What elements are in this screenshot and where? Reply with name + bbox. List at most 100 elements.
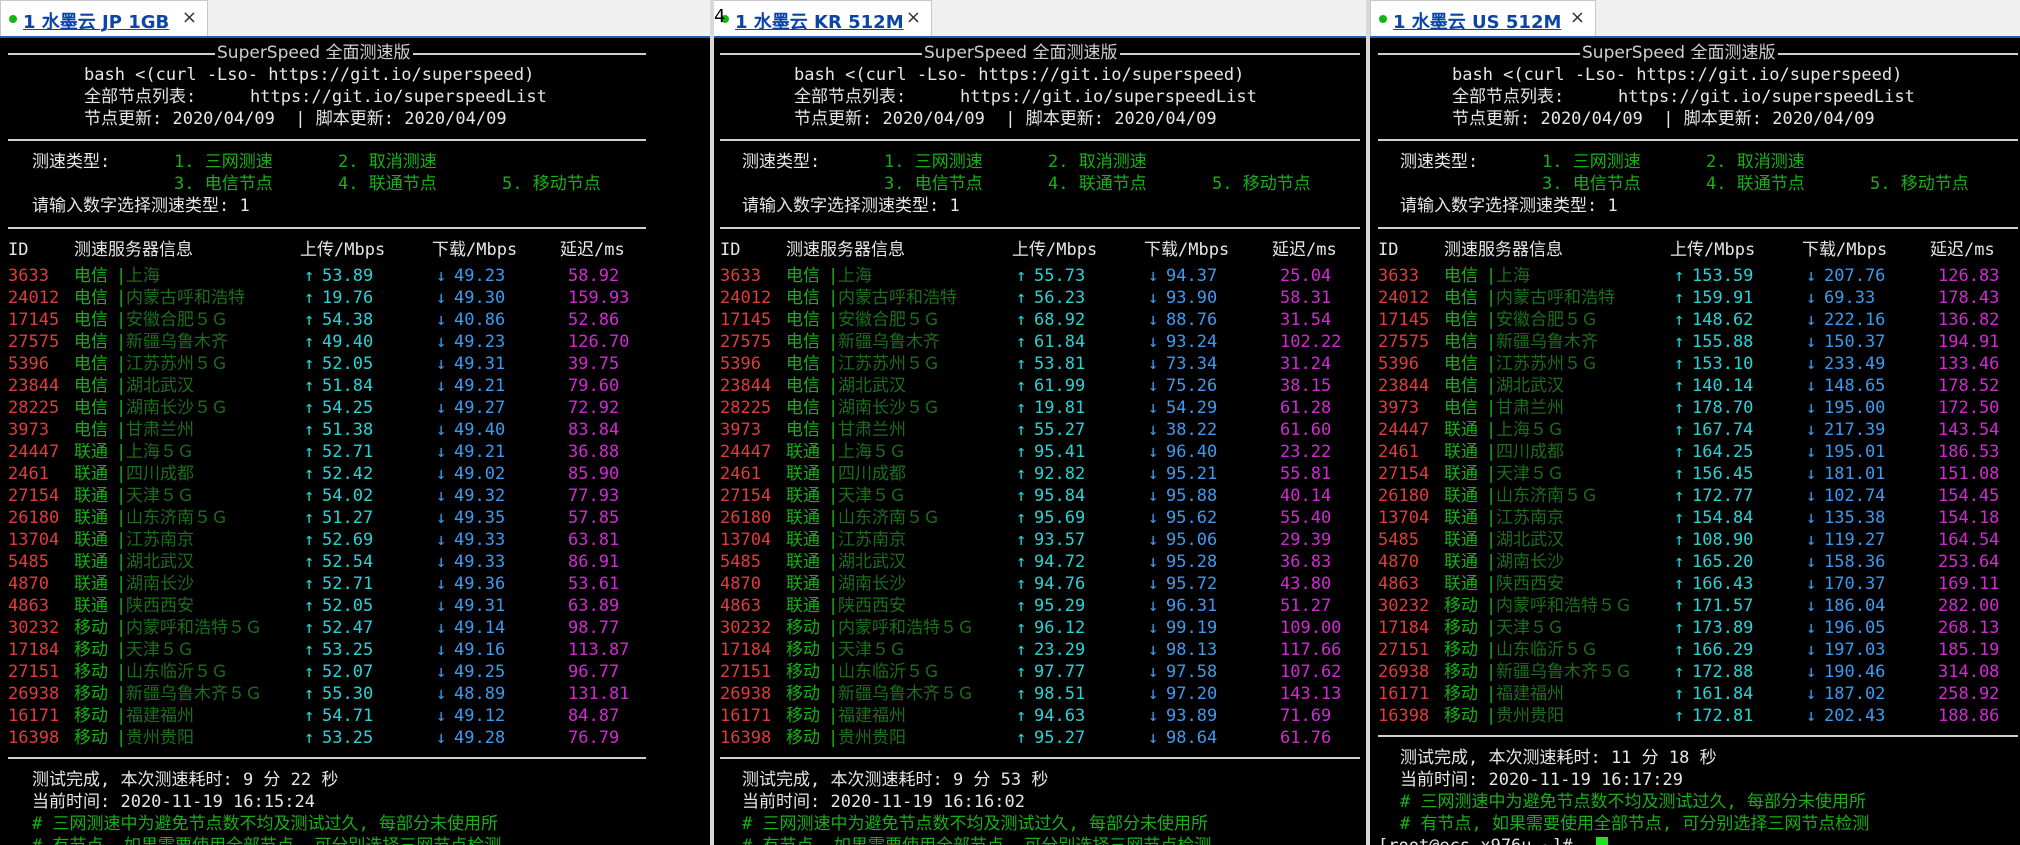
close-icon[interactable]: ×	[906, 7, 921, 28]
menu-option-2: 2. 取消测速	[338, 152, 437, 172]
row-id: 2461	[8, 464, 49, 484]
row-latency: 85.90	[568, 464, 620, 484]
shell-prompt[interactable]: [root@ecs-x976u ~]#	[1378, 835, 1583, 845]
row-separator: |	[1486, 706, 1497, 726]
row-id: 16171	[8, 706, 60, 726]
row-separator: |	[1486, 420, 1497, 440]
row-isp: 电信	[1444, 288, 1478, 308]
row-id: 24012	[720, 288, 772, 308]
upload-arrow-icon: ↑	[304, 288, 315, 308]
row-upload: 49.40	[322, 332, 374, 352]
row-isp: 电信	[786, 420, 820, 440]
row-isp: 移动	[786, 706, 820, 726]
upload-arrow-icon: ↑	[1674, 530, 1685, 550]
close-icon[interactable]: ×	[1570, 7, 1585, 28]
row-isp: 电信	[786, 266, 820, 286]
row-separator: |	[1486, 332, 1497, 352]
tab-bar: 1 水墨云 JP 1GB ×	[0, 0, 710, 38]
row-separator: |	[828, 728, 839, 748]
download-arrow-icon: ↓	[1806, 376, 1817, 396]
row-separator: |	[828, 288, 839, 308]
row-download: 49.25	[454, 662, 506, 682]
row-latency: 29.39	[1280, 530, 1332, 550]
note-line-1: # 三网测速中为避免节点数不均及测试过久, 每部分未使用所	[742, 814, 1208, 834]
row-id: 26180	[8, 508, 60, 528]
col-upload-header: 上传/Mbps	[1012, 240, 1098, 260]
download-arrow-icon: ↓	[436, 684, 447, 704]
upload-arrow-icon: ↑	[1016, 420, 1027, 440]
row-isp: 电信	[786, 376, 820, 396]
pane-divider[interactable]	[710, 0, 714, 845]
download-arrow-icon: ↓	[1148, 640, 1159, 660]
row-location: 上海	[126, 266, 160, 286]
menu-option-3: 3. 电信节点	[884, 174, 983, 194]
pane-divider[interactable]	[1366, 0, 1370, 845]
row-location: 内蒙呼和浩特５Ｇ	[838, 618, 974, 638]
download-arrow-icon: ↓	[1148, 706, 1159, 726]
row-isp: 电信	[1444, 376, 1478, 396]
upload-arrow-icon: ↑	[1016, 354, 1027, 374]
row-location: 内蒙古呼和浩特	[838, 288, 957, 308]
session-tab[interactable]: 1 水墨云 KR 512M ×	[712, 0, 932, 36]
row-location: 江苏苏州５Ｇ	[126, 354, 228, 374]
row-isp: 联通	[74, 596, 108, 616]
row-separator: |	[116, 552, 127, 572]
upload-arrow-icon: ↑	[304, 376, 315, 396]
row-isp: 电信	[74, 310, 108, 330]
row-download: 186.04	[1824, 596, 1886, 616]
download-arrow-icon: ↓	[1806, 596, 1817, 616]
row-location: 湖北武汉	[838, 552, 906, 572]
row-download: 158.36	[1824, 552, 1886, 572]
row-separator: |	[1486, 618, 1497, 638]
download-arrow-icon: ↓	[1148, 464, 1159, 484]
row-location: 甘肃兰州	[838, 420, 906, 440]
row-isp: 移动	[74, 728, 108, 748]
row-id: 13704	[1378, 508, 1430, 528]
upload-arrow-icon: ↑	[304, 640, 315, 660]
row-separator: |	[116, 530, 127, 550]
row-isp: 联通	[74, 530, 108, 550]
row-upload: 52.07	[322, 662, 374, 682]
row-download: 222.16	[1824, 310, 1886, 330]
row-separator: |	[828, 332, 839, 352]
download-arrow-icon: ↓	[436, 464, 447, 484]
close-icon[interactable]: ×	[182, 7, 197, 28]
upload-arrow-icon: ↑	[1016, 398, 1027, 418]
row-upload: 171.57	[1692, 596, 1754, 616]
row-separator: |	[1486, 640, 1497, 660]
terminal-output[interactable]: SuperSpeed 全面测速版 bash <(curl -Lso- https:…	[1370, 38, 2020, 845]
node-list-label: 全部节点列表:	[794, 87, 907, 107]
row-download: 96.40	[1166, 442, 1218, 462]
row-download: 49.36	[454, 574, 506, 594]
menu-prompt: 请输入数字选择测速类型: 1	[742, 196, 960, 216]
download-arrow-icon: ↓	[436, 508, 447, 528]
upload-arrow-icon: ↑	[304, 420, 315, 440]
row-separator: |	[1486, 530, 1497, 550]
row-isp: 移动	[1444, 640, 1478, 660]
row-id: 17184	[8, 640, 60, 660]
row-isp: 联通	[1444, 442, 1478, 462]
row-separator: |	[116, 464, 127, 484]
row-isp: 电信	[1444, 310, 1478, 330]
session-tab[interactable]: 1 水墨云 US 512M ×	[1370, 0, 1596, 36]
row-location: 湖南长沙	[1496, 552, 1564, 572]
row-isp: 联通	[786, 508, 820, 528]
download-arrow-icon: ↓	[436, 706, 447, 726]
row-latency: 169.11	[1938, 574, 2000, 594]
terminal-output[interactable]: SuperSpeed 全面测速版 bash <(curl -Lso- https:…	[0, 38, 710, 845]
upload-arrow-icon: ↑	[1016, 508, 1027, 528]
row-location: 陕西西安	[1496, 574, 1564, 594]
row-latency: 40.14	[1280, 486, 1332, 506]
session-tab[interactable]: 1 水墨云 JP 1GB ×	[0, 0, 208, 36]
row-download: 49.31	[454, 354, 506, 374]
row-id: 26938	[720, 684, 772, 704]
row-latency: 86.91	[568, 552, 620, 572]
menu-option-1: 1. 三网测速	[884, 152, 983, 172]
menu-type-label: 测速类型:	[32, 152, 111, 172]
col-latency-header: 延迟/ms	[560, 240, 625, 260]
terminal-output[interactable]: SuperSpeed 全面测速版 bash <(curl -Lso- https:…	[712, 38, 1366, 845]
row-upload: 55.73	[1034, 266, 1086, 286]
upload-arrow-icon: ↑	[1674, 310, 1685, 330]
row-location: 上海５Ｇ	[838, 442, 906, 462]
upload-arrow-icon: ↑	[304, 508, 315, 528]
